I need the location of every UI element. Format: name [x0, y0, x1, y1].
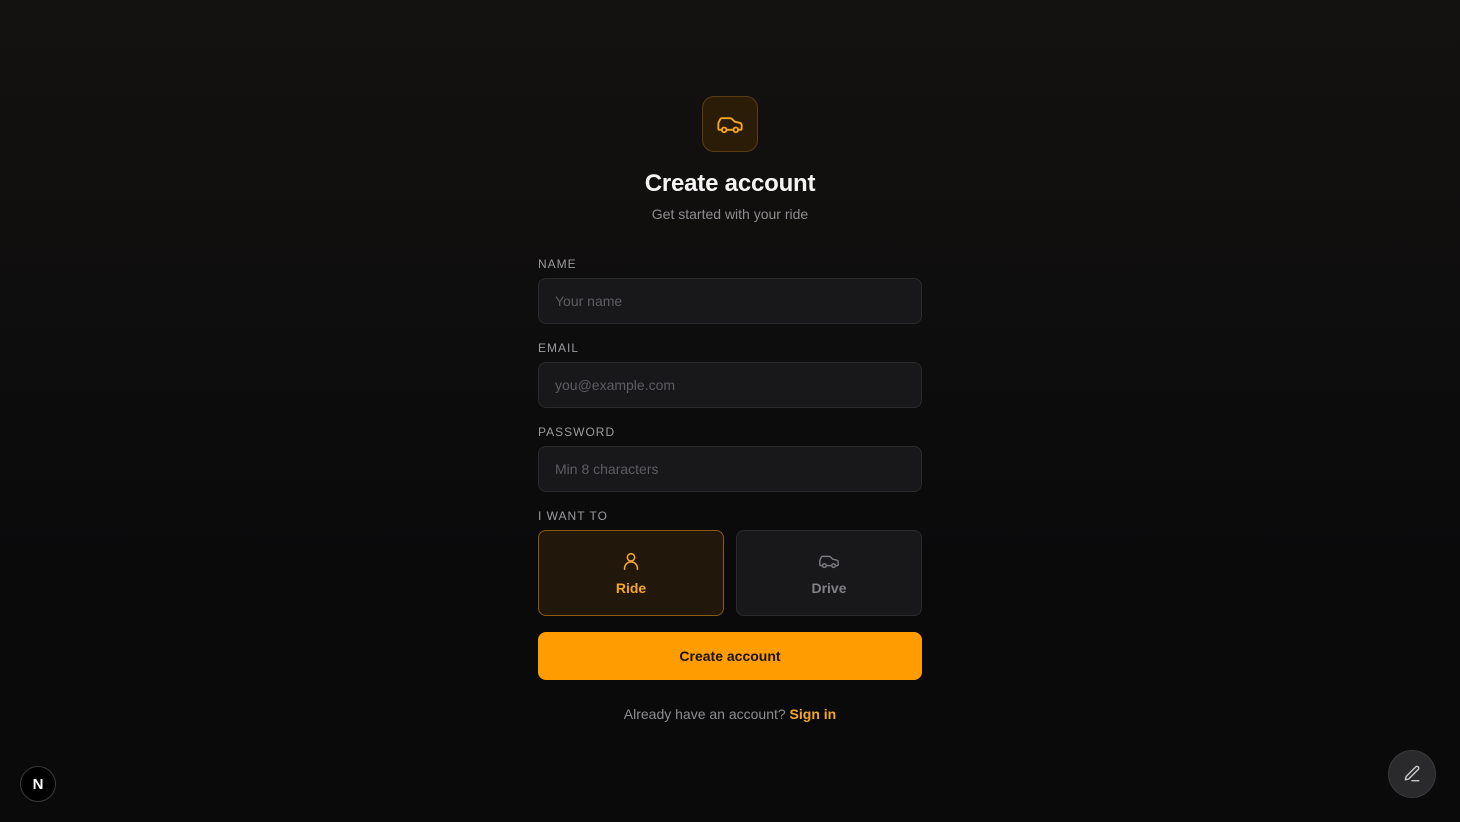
page-title: Create account [644, 170, 816, 197]
create-account-button[interactable]: Create account [538, 632, 922, 680]
name-label: NAME [538, 257, 577, 271]
app-logo [702, 96, 758, 152]
role-option-ride[interactable]: Ride [538, 530, 724, 616]
car-icon [717, 117, 743, 134]
signup-form: NAME EMAIL PASSWORD I WANT TO Ride [538, 256, 922, 680]
role-option-ride-label: Ride [615, 580, 647, 596]
signin-prompt-text: Already have an account? [623, 706, 786, 722]
role-selector: Ride Drive [538, 530, 922, 616]
name-input[interactable] [538, 278, 922, 324]
password-input[interactable] [538, 446, 922, 492]
signin-prompt: Already have an account? Sign in [0, 706, 1460, 722]
edit-button[interactable] [1388, 750, 1436, 798]
role-field-group: I WANT TO Ride Drive [538, 508, 922, 616]
car-icon [819, 555, 839, 569]
password-label: PASSWORD [538, 425, 616, 439]
password-field-group: PASSWORD [538, 424, 922, 492]
email-label: EMAIL [538, 341, 580, 355]
dev-badge-letter: N [32, 775, 44, 793]
role-option-drive-label: Drive [811, 580, 847, 596]
user-icon [623, 552, 639, 571]
email-field-group: EMAIL [538, 340, 922, 408]
page-subtitle: Get started with your ride [651, 206, 809, 222]
role-label: I WANT TO [538, 509, 608, 523]
pencil-icon [1404, 765, 1420, 782]
name-field-group: NAME [538, 256, 922, 324]
signin-link[interactable]: Sign in [790, 706, 837, 722]
dev-tools-badge[interactable]: N [20, 766, 56, 802]
email-input[interactable] [538, 362, 922, 408]
role-option-drive[interactable]: Drive [736, 530, 922, 616]
